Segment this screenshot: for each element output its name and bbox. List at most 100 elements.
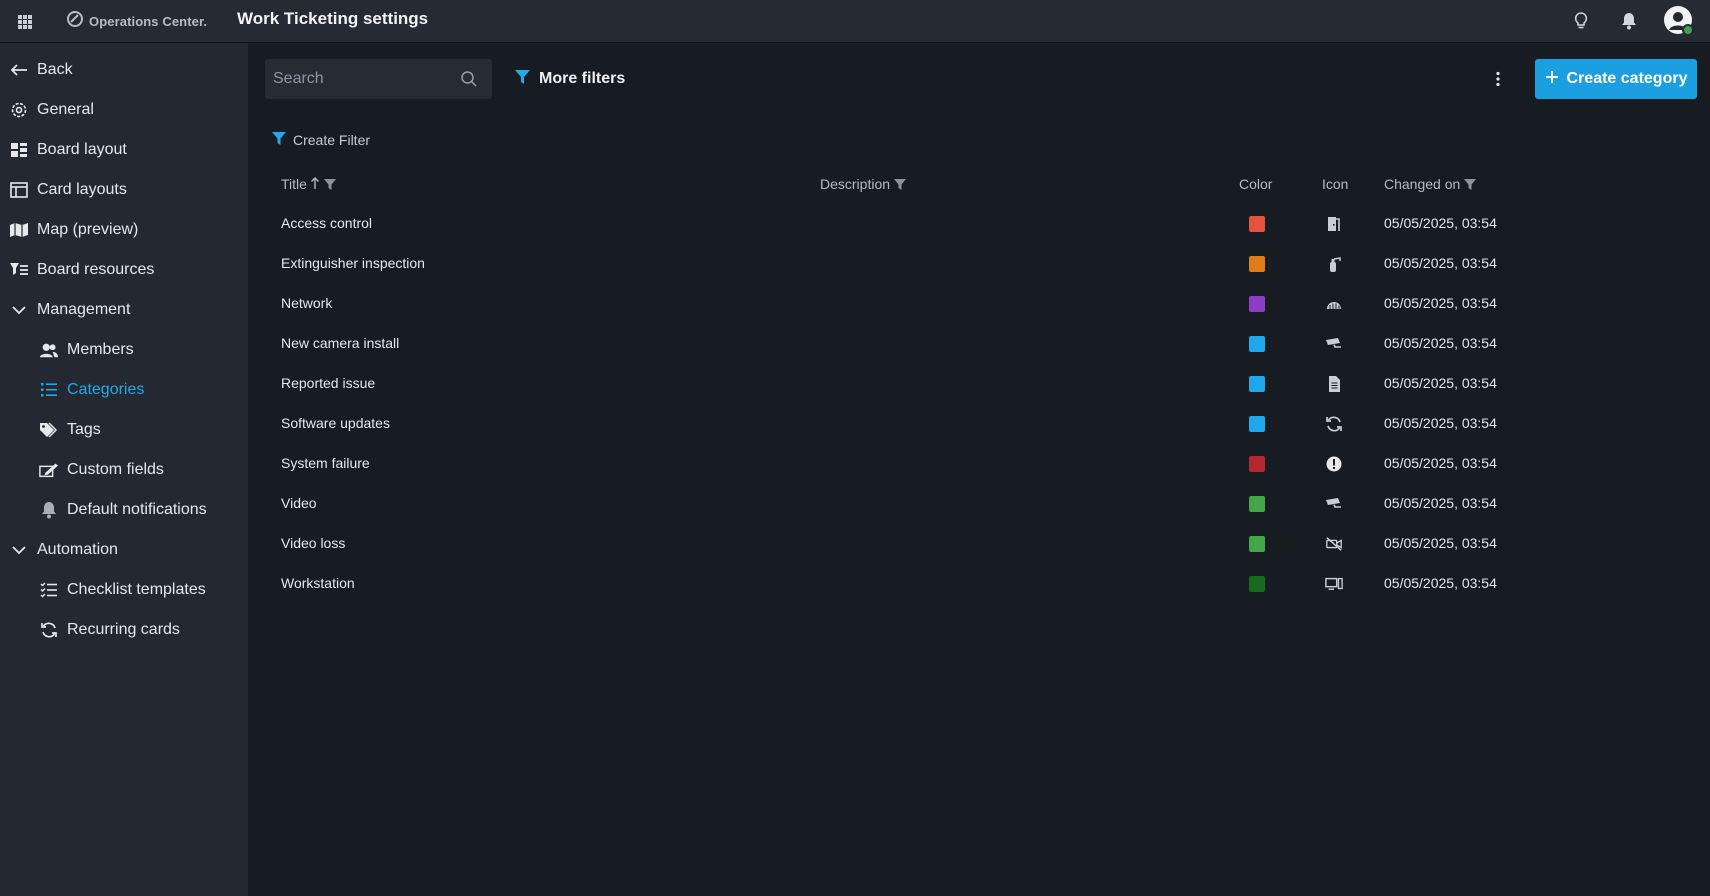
table-row[interactable]: Software updates 05/05/2025, 03:54 xyxy=(270,403,1690,443)
brand-name: Operations Center. xyxy=(89,13,208,29)
sidebar-item-label: Members xyxy=(67,341,134,358)
sidebar-item-label: Categories xyxy=(67,381,145,398)
column-filter-icon[interactable] xyxy=(1463,178,1477,191)
lightbulb-icon[interactable] xyxy=(1569,9,1593,33)
workstation-icon xyxy=(1325,575,1343,593)
network-icon xyxy=(1325,295,1343,313)
table-row[interactable]: Video 05/05/2025, 03:54 xyxy=(270,483,1690,523)
plus-icon xyxy=(1545,70,1559,89)
table-row[interactable]: System failure 05/05/2025, 03:54 xyxy=(270,443,1690,483)
table-row[interactable]: Workstation 05/05/2025, 03:54 xyxy=(270,563,1690,603)
color-swatch xyxy=(1249,416,1265,432)
map-icon xyxy=(9,220,29,240)
column-filter-icon[interactable] xyxy=(323,178,337,191)
category-title: Access control xyxy=(281,215,373,231)
list-icon xyxy=(39,380,59,400)
column-header-color: Color xyxy=(1239,174,1272,194)
sidebar-item-label: Board layout xyxy=(37,141,127,158)
table-row[interactable]: Network 05/05/2025, 03:54 xyxy=(270,283,1690,323)
camera-icon xyxy=(1325,335,1343,353)
sidebar-item-default-notifications[interactable]: Default notifications xyxy=(0,494,248,526)
sidebar-item-board-resources[interactable]: Board resources xyxy=(0,254,248,286)
create-filter-label: Create Filter xyxy=(293,132,371,148)
color-swatch xyxy=(1249,216,1265,232)
create-category-label: Create category xyxy=(1566,70,1688,87)
sidebar-item-categories[interactable]: Categories xyxy=(0,374,248,406)
sidebar-item-members[interactable]: Members xyxy=(0,334,248,366)
sidebar-item-card-layouts[interactable]: Card layouts xyxy=(0,174,248,206)
recurring-icon xyxy=(39,620,59,640)
sidebar-item-map-preview[interactable]: Map (preview) xyxy=(0,214,248,246)
sidebar-item-label: Board resources xyxy=(37,261,155,278)
changed-on-date: 05/05/2025, 03:54 xyxy=(1384,215,1497,231)
door-icon xyxy=(1325,215,1343,233)
changed-on-date: 05/05/2025, 03:54 xyxy=(1384,415,1497,431)
sidebar-item-checklist-templates[interactable]: Checklist templates xyxy=(0,574,248,606)
filter-icon xyxy=(514,69,531,90)
sidebar-group-automation[interactable]: Automation xyxy=(0,534,248,566)
sidebar-item-label: Recurring cards xyxy=(67,621,180,638)
column-filter-icon[interactable] xyxy=(893,178,907,191)
create-category-button[interactable]: Create category xyxy=(1535,59,1697,99)
more-options-icon[interactable] xyxy=(1488,67,1508,91)
search-icon[interactable] xyxy=(460,70,478,93)
top-bar: Operations Center. Work Ticketing settin… xyxy=(0,0,1710,43)
column-header-description[interactable]: Description xyxy=(820,174,907,194)
table-row[interactable]: Access control 05/05/2025, 03:54 xyxy=(270,203,1690,243)
document-icon xyxy=(1325,375,1343,393)
column-header-title[interactable]: Title xyxy=(281,174,337,194)
sidebar-item-tags[interactable]: Tags xyxy=(0,414,248,446)
sidebar-item-label: Tags xyxy=(67,421,101,438)
table-row[interactable]: New camera install 05/05/2025, 03:54 xyxy=(270,323,1690,363)
alert-icon xyxy=(1325,455,1343,473)
sidebar-item-general[interactable]: General xyxy=(0,94,248,126)
sidebar-group-label: Automation xyxy=(37,541,118,558)
column-header-changed-on[interactable]: Changed on xyxy=(1384,174,1477,194)
sidebar-group-label: Management xyxy=(37,301,131,318)
sidebar-item-custom-fields[interactable]: Custom fields xyxy=(0,454,248,486)
more-filters-button[interactable]: More filters xyxy=(514,66,625,92)
more-filters-label: More filters xyxy=(539,70,626,87)
create-filter-link[interactable]: Create Filter xyxy=(271,130,370,150)
search-input[interactable] xyxy=(265,59,455,99)
category-title: Network xyxy=(281,295,333,311)
filter-icon xyxy=(271,131,287,149)
gear-icon xyxy=(9,100,29,120)
user-avatar[interactable] xyxy=(1664,6,1694,36)
changed-on-date: 05/05/2025, 03:54 xyxy=(1384,455,1497,471)
column-header-label: Color xyxy=(1239,176,1273,192)
sidebar-group-management[interactable]: Management xyxy=(0,294,248,326)
notifications-bell-icon[interactable] xyxy=(1617,9,1641,33)
page-title: Work Ticketing settings xyxy=(237,9,429,28)
app-launcher-icon[interactable] xyxy=(14,11,36,33)
color-swatch xyxy=(1249,336,1265,352)
color-swatch xyxy=(1249,296,1265,312)
sidebar-item-recurring-cards[interactable]: Recurring cards xyxy=(0,614,248,646)
table-row[interactable]: Reported issue 05/05/2025, 03:54 xyxy=(270,363,1690,403)
sidebar-item-label: Default notifications xyxy=(67,501,207,518)
color-swatch xyxy=(1249,576,1265,592)
column-header-label: Icon xyxy=(1322,176,1349,192)
changed-on-date: 05/05/2025, 03:54 xyxy=(1384,495,1497,511)
online-status-icon xyxy=(1682,24,1694,36)
sidebar-item-label: Card layouts xyxy=(37,181,127,198)
color-swatch xyxy=(1249,456,1265,472)
brand-logo: Operations Center. xyxy=(67,10,207,32)
table-row[interactable]: Video loss 05/05/2025, 03:54 xyxy=(270,523,1690,563)
color-swatch xyxy=(1249,496,1265,512)
video-off-icon xyxy=(1325,535,1343,553)
back-label: Back xyxy=(37,61,73,78)
members-icon xyxy=(39,340,59,360)
category-title: Video xyxy=(281,495,317,511)
sort-ascending-icon[interactable] xyxy=(310,176,320,193)
changed-on-date: 05/05/2025, 03:54 xyxy=(1384,375,1497,391)
edit-field-icon xyxy=(39,460,59,480)
category-title: New camera install xyxy=(281,335,400,351)
color-swatch xyxy=(1249,536,1265,552)
column-header-label: Changed on xyxy=(1384,176,1461,192)
bell-icon xyxy=(39,500,59,520)
back-link[interactable]: Back xyxy=(0,54,248,86)
sidebar-item-board-layout[interactable]: Board layout xyxy=(0,134,248,166)
table-row[interactable]: Extinguisher inspection 05/05/2025, 03:54 xyxy=(270,243,1690,283)
checklist-icon xyxy=(39,580,59,600)
